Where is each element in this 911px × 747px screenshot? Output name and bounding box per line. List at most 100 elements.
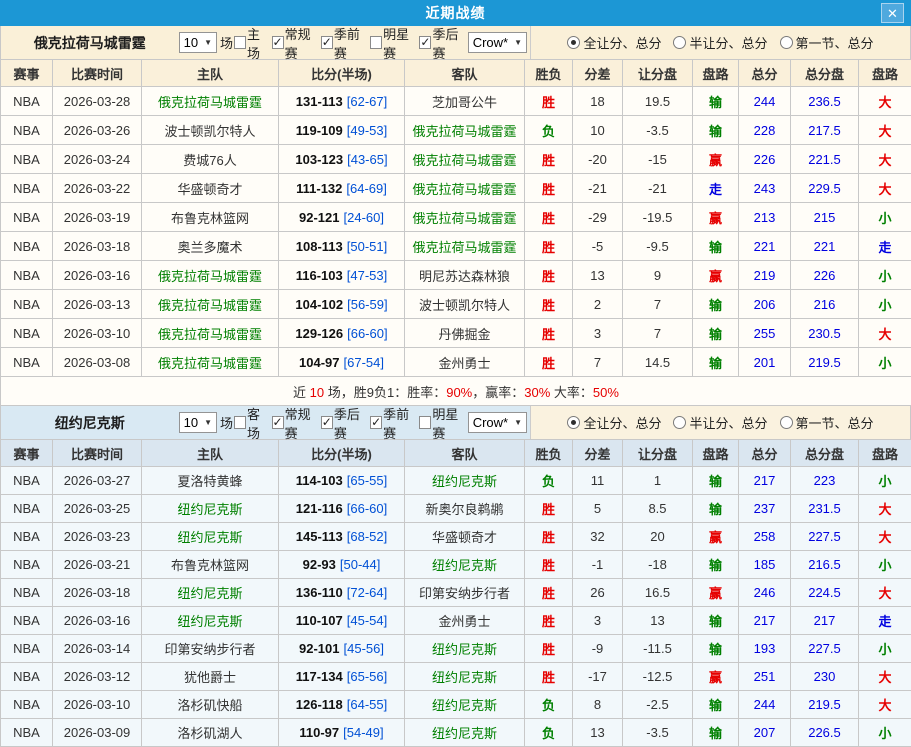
half-time-score: [47-53] [347,268,387,283]
cell-total-line: 221.5 [791,145,859,174]
cell-point-diff: 8 [573,691,623,719]
cell-home-team: 洛杉矶快船 [142,691,279,719]
cell-point-diff: 18 [573,87,623,116]
full-time-score: 114-103 [296,473,343,488]
cell-away-team: 华盛顿奇才 [405,523,525,551]
half-time-score: [49-53] [347,123,387,138]
cell-handicap-line: -12.5 [623,663,693,691]
summary-segment: 10 [310,385,324,400]
full-time-score: 110-97 [299,725,339,740]
filter-checkbox[interactable]: ✓季前赛 [321,24,369,62]
cell-point-diff: 11 [573,467,623,495]
filter-checkbox[interactable]: ✓常规赛 [272,24,320,62]
cell-win-loss: 胜 [525,290,573,319]
half-time-score: [64-69] [346,181,386,196]
cell-point-diff: 13 [573,261,623,290]
cell-total-points: 217 [739,607,791,635]
cell-home-team: 纽约尼克斯 [142,579,279,607]
column-header-win-loss: 胜负 [525,440,573,467]
odds-mode-radio[interactable]: 半让分、总分 [673,413,767,432]
column-header-home-team: 主队 [142,440,279,467]
cell-win-loss: 胜 [525,551,573,579]
cell-league: NBA [1,467,53,495]
table-row: NBA2026-03-13俄克拉荷马城雷霆104-102[56-59]波士顿凯尔… [1,290,911,319]
odds-mode-radio[interactable]: 第一节、总分 [780,413,874,432]
cell-total-line: 216.5 [791,551,859,579]
cell-total-points: 213 [739,203,791,232]
close-icon[interactable]: ✕ [881,3,904,23]
full-time-score: 92-93 [303,557,336,572]
cell-handicap-result: 输 [693,87,739,116]
cell-win-loss: 负 [525,691,573,719]
table-row: NBA2026-03-09洛杉矶湖人110-97[54-49]纽约尼克斯负13-… [1,719,911,747]
cell-win-loss: 胜 [525,523,573,551]
radio-label: 半让分、总分 [689,33,767,52]
summary-segment: 近 [293,385,310,400]
column-header-date: 比赛时间 [53,60,142,87]
full-time-score: 104-97 [299,355,339,370]
cell-away-team: 印第安纳步行者 [405,579,525,607]
cell-date: 2026-03-22 [53,174,142,203]
filter-checkbox[interactable]: 明星赛 [419,404,467,442]
table-row: NBA2026-03-26波士顿凯尔特人119-109[49-53]俄克拉荷马城… [1,116,911,145]
column-header-home-team: 主队 [142,60,279,87]
full-time-score: 104-102 [295,297,343,312]
cell-handicap-result: 输 [693,691,739,719]
games-count-select[interactable]: 10▼ [179,32,217,53]
cell-score: 104-102[56-59] [279,290,405,319]
cell-date: 2026-03-12 [53,663,142,691]
cell-score: 116-103[47-53] [279,261,405,290]
cell-handicap-line: 14.5 [623,348,693,377]
odds-mode-radio[interactable]: 第一节、总分 [780,33,874,52]
cell-total-line: 229.5 [791,174,859,203]
cell-handicap-line: -11.5 [623,635,693,663]
odds-mode-radio[interactable]: 全让分、总分 [567,33,661,52]
cell-league: NBA [1,319,53,348]
cell-total-points: 244 [739,691,791,719]
cell-league: NBA [1,635,53,663]
cell-league: NBA [1,607,53,635]
cell-total-result: 小 [859,467,911,495]
cell-point-diff: 7 [573,348,623,377]
table-row: NBA2026-03-24费城76人103-123[43-65]俄克拉荷马城雷霆… [1,145,911,174]
dialog-title: 近期战绩 [426,3,486,23]
odds-mode-radio[interactable]: 半让分、总分 [673,33,767,52]
cell-point-diff: -5 [573,232,623,261]
checkbox-label: 季后赛 [432,24,467,62]
filter-checkbox[interactable]: 客场 [234,404,270,442]
radio-label: 第一节、总分 [796,33,874,52]
filter-checkbox[interactable]: ✓季后赛 [321,404,369,442]
checkbox-icon [234,416,246,429]
odds-mode-radio[interactable]: 全让分、总分 [567,413,661,432]
cell-total-points: 255 [739,319,791,348]
cell-win-loss: 胜 [525,348,573,377]
cell-score: 119-109[49-53] [279,116,405,145]
odds-source-select[interactable]: Crow*▼ [468,412,527,433]
cell-date: 2026-03-16 [53,607,142,635]
filter-bar: 俄克拉荷马城雷霆10▼场主场✓常规赛✓季前赛明星赛✓季后赛Crow*▼全让分、总… [0,26,911,59]
cell-date: 2026-03-23 [53,523,142,551]
full-time-score: 110-107 [296,613,343,628]
cell-league: NBA [1,261,53,290]
cell-total-result: 小 [859,348,911,377]
filter-checkbox[interactable]: ✓季后赛 [419,24,467,62]
filter-checkbox[interactable]: ✓季前赛 [370,404,418,442]
odds-source-select[interactable]: Crow*▼ [468,32,527,53]
chevron-down-icon: ▼ [514,418,522,427]
games-count-select[interactable]: 10▼ [179,412,217,433]
filter-checkbox[interactable]: ✓常规赛 [272,404,320,442]
cell-handicap-result: 赢 [693,579,739,607]
full-time-score: 131-113 [296,94,343,109]
cell-home-team: 费城76人 [142,145,279,174]
cell-handicap-result: 赢 [693,261,739,290]
cell-home-team: 俄克拉荷马城雷霆 [142,290,279,319]
cell-away-team: 芝加哥公牛 [405,87,525,116]
column-header-away-team: 客队 [405,60,525,87]
filter-checkbox[interactable]: 主场 [234,24,270,62]
cell-date: 2026-03-28 [53,87,142,116]
summary-segment: 90% [446,385,472,400]
filter-right-panel: 全让分、总分半让分、总分第一节、总分 [531,406,910,439]
games-count-value: 10 [184,415,198,430]
filter-bar: 纽约尼克斯10▼场客场✓常规赛✓季后赛✓季前赛明星赛Crow*▼全让分、总分半让… [0,406,911,439]
filter-checkbox[interactable]: 明星赛 [370,24,418,62]
